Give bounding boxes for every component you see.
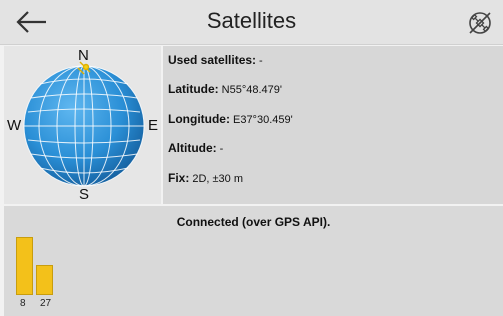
longitude-value: E37°30.459' [232,114,293,126]
satellite-off-icon[interactable] [467,10,493,36]
compass-east-label: E [148,117,159,134]
sky-view-panel: N S W E [4,46,161,204]
arrow-left-icon[interactable] [14,8,50,36]
used-satellites-value: - [259,55,263,67]
altitude-label: Altitude: [168,141,217,155]
fix-value: 2D, ±30 m [192,173,244,185]
compass-north-label: N [78,47,89,64]
signal-panel: Connected (over GPS API). 8 27 [4,206,503,316]
used-satellites-row: Used satellites: - [168,53,263,67]
longitude-row: Longitude: E37°30.459' [168,112,293,126]
latitude-value: N55°48.479' [221,84,282,96]
latitude-label: Latitude: [168,82,219,96]
signal-bar-label: 27 [40,298,52,309]
top-bar: Satellites [0,0,503,45]
altitude-row: Altitude: - [168,141,223,155]
signal-bar-label: 8 [20,298,26,309]
latitude-row: Latitude: N55°48.479' [168,82,282,96]
signal-bar-27 [36,265,53,295]
used-satellites-label: Used satellites: [168,53,257,67]
globe-icon [23,61,145,187]
altitude-value: - [219,143,224,155]
longitude-label: Longitude: [168,112,230,126]
fix-label: Fix: [168,171,190,185]
signal-bar-8 [16,237,33,295]
connection-status: Connected (over GPS API). [176,215,331,229]
position-info-panel: Used satellites: - Latitude: N55°48.479' L… [163,46,503,204]
fix-row: Fix: 2D, ±30 m [168,171,243,185]
page-title: Satellites [206,8,297,33]
compass-west-label: W [7,117,22,134]
compass-south-label: S [79,186,90,203]
